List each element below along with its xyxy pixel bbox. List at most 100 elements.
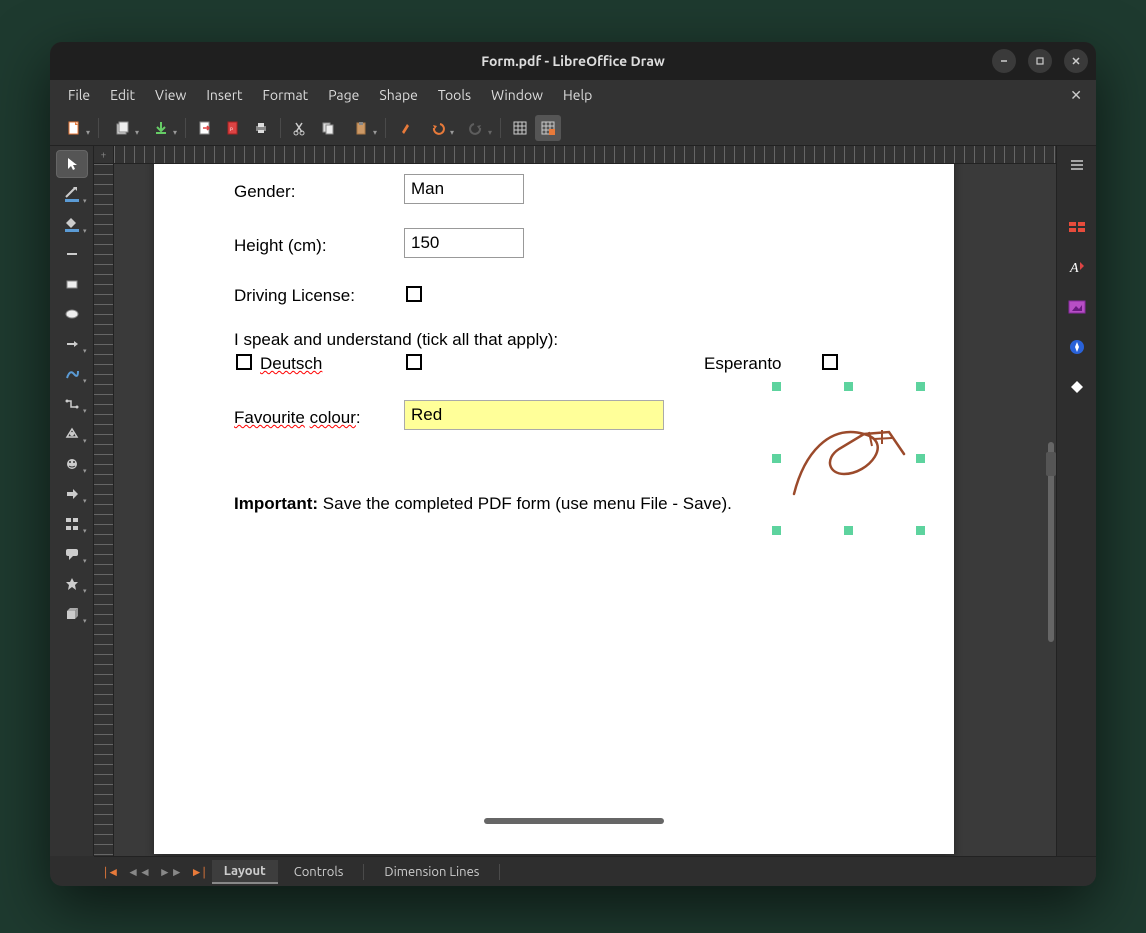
menu-window[interactable]: Window [481,83,553,107]
menubar: File Edit View Insert Format Page Shape … [50,80,1096,110]
horizontal-scrollbar[interactable] [484,818,664,824]
print-button[interactable] [248,115,274,141]
svg-text:A: A [1069,261,1079,276]
export-pdf-button[interactable]: P [220,115,246,141]
close-document-button[interactable]: ✕ [1064,85,1088,106]
tab-controls[interactable]: Controls [282,861,356,883]
tab-dimension-lines[interactable]: Dimension Lines [372,861,491,883]
viewport[interactable]: Gender: Man Height (cm): 150 Driving Lic… [94,164,1056,856]
symbol-shapes-tool[interactable] [56,450,88,478]
menu-tools[interactable]: Tools [428,83,481,107]
grid-button[interactable] [507,115,533,141]
rectangle-tool[interactable] [56,270,88,298]
gender-field[interactable]: Man [404,174,524,204]
minimize-button[interactable] [992,49,1016,73]
lang2-checkbox[interactable] [406,354,422,370]
menu-shape[interactable]: Shape [369,83,427,107]
shapes-panel-icon[interactable] [1064,374,1090,400]
left-toolbar [50,146,94,856]
selection-handle-nw[interactable] [772,382,781,391]
save-button[interactable] [143,115,179,141]
selection-handle-se[interactable] [916,526,925,535]
signature-image[interactable] [774,384,924,534]
document-page[interactable]: Gender: Man Height (cm): 150 Driving Lic… [154,164,954,854]
first-page-button[interactable]: |◄ [102,865,121,879]
fill-color-tool[interactable] [56,210,88,238]
selection-handle-e[interactable] [916,454,925,463]
menu-help[interactable]: Help [553,83,602,107]
flowchart-tool[interactable] [56,510,88,538]
deutsch-label: Deutsch [260,354,322,374]
selection-handle-w[interactable] [772,454,781,463]
arrow-tool[interactable] [56,330,88,358]
height-field[interactable]: 150 [404,228,524,258]
next-page-button[interactable]: ►► [157,865,185,879]
selection-handle-ne[interactable] [916,382,925,391]
maximize-button[interactable] [1028,49,1052,73]
prev-page-button[interactable]: ◄◄ [125,865,153,879]
toolbar-separator [280,118,281,138]
menu-page[interactable]: Page [318,83,369,107]
gender-label: Gender: [234,182,295,202]
close-button[interactable] [1064,49,1088,73]
copy-button[interactable] [315,115,341,141]
favcolour-label: Favourite colour: [234,408,361,428]
format-paintbrush-button[interactable] [392,115,418,141]
ruler-corner: + [94,146,114,164]
export-button[interactable] [192,115,218,141]
page-tabs: |◄ ◄◄ ►► ►| Layout Controls Dimension Li… [94,856,1096,886]
right-sidebar: A [1056,146,1096,856]
tab-layout[interactable]: Layout [212,860,278,884]
redo-button[interactable] [458,115,494,141]
horizontal-ruler[interactable] [114,146,1056,164]
deutsch-checkbox[interactable] [236,354,252,370]
menu-view[interactable]: View [145,83,196,107]
3d-tool[interactable] [56,600,88,628]
selection-handle-sw[interactable] [772,526,781,535]
esperanto-checkbox[interactable] [822,354,838,370]
new-doc-button[interactable] [56,115,92,141]
paste-button[interactable] [343,115,379,141]
undo-button[interactable] [420,115,456,141]
window-controls [992,49,1088,73]
svg-text:P: P [230,126,233,132]
menu-edit[interactable]: Edit [100,83,145,107]
connector-tool[interactable] [56,390,88,418]
esperanto-label: Esperanto [704,354,782,374]
titlebar: Form.pdf - LibreOffice Draw [50,42,1096,80]
line-color-tool[interactable] [56,180,88,208]
license-checkbox[interactable] [406,286,422,302]
stars-tool[interactable] [56,570,88,598]
toolbar-separator [500,118,501,138]
callout-tool[interactable] [56,540,88,568]
selection-handle-n[interactable] [844,382,853,391]
select-tool[interactable] [56,150,88,178]
tab-separator [499,864,500,880]
sidebar-menu-icon[interactable] [1064,152,1090,178]
ellipse-tool[interactable] [56,300,88,328]
cut-button[interactable] [287,115,313,141]
properties-panel-icon[interactable] [1064,214,1090,240]
block-arrows-tool[interactable] [56,480,88,508]
open-button[interactable] [105,115,141,141]
last-page-button[interactable]: ►| [189,865,208,879]
vertical-ruler[interactable] [94,164,114,856]
line-tool[interactable] [56,240,88,268]
canvas-area: + Gender: Man Height (cm): 150 Driving L… [94,146,1056,856]
toolbar-separator [385,118,386,138]
toolbar-separator [98,118,99,138]
navigator-panel-icon[interactable] [1064,334,1090,360]
basic-shapes-tool[interactable] [56,420,88,448]
sidebar-toggle[interactable] [1046,452,1056,476]
snap-grid-button[interactable] [535,115,561,141]
styles-panel-icon[interactable]: A [1064,254,1090,280]
curve-tool[interactable] [56,360,88,388]
menu-format[interactable]: Format [253,83,319,107]
favcolour-field[interactable]: Red [404,400,664,430]
menu-file[interactable]: File [58,83,100,107]
gallery-panel-icon[interactable] [1064,294,1090,320]
languages-label: I speak and understand (tick all that ap… [234,330,558,350]
selection-handle-s[interactable] [844,526,853,535]
window-title: Form.pdf - LibreOffice Draw [481,53,665,69]
menu-insert[interactable]: Insert [196,83,252,107]
